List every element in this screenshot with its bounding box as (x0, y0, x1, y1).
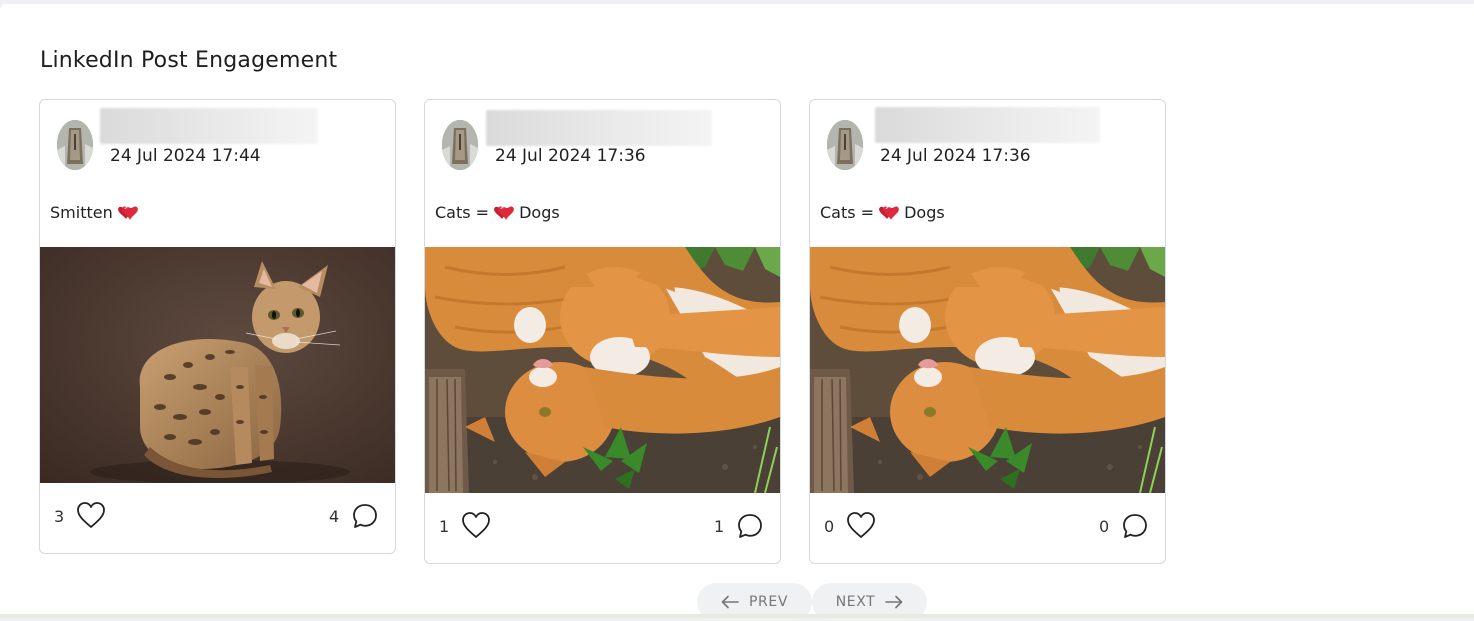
post-text-suffix: Dogs (519, 203, 560, 222)
two-hearts-emoji-icon (117, 206, 138, 220)
author-name-redacted (486, 110, 712, 146)
heart-outline-icon[interactable] (75, 500, 107, 530)
two-hearts-emoji-icon (494, 206, 514, 220)
comment-count: 1 (714, 517, 725, 536)
post-text: Cats = Dogs (820, 203, 945, 222)
post-text-suffix: Dogs (904, 203, 945, 222)
speech-bubble-icon[interactable] (350, 501, 380, 531)
speech-bubble-icon[interactable] (735, 511, 765, 541)
post-card[interactable]: 24 Jul 2024 17:36 Cats = Dogs (809, 99, 1166, 564)
heart-outline-icon[interactable] (460, 510, 492, 540)
avatar (57, 120, 93, 170)
author-name-redacted (100, 108, 318, 144)
post-card[interactable]: 24 Jul 2024 17:44 Smitten 3 4 (39, 99, 396, 554)
post-card[interactable]: 24 Jul 2024 17:36 Cats = Dogs (424, 99, 781, 564)
author-name-redacted (875, 107, 1100, 143)
post-footer: 1 1 (425, 508, 780, 548)
widget-title: LinkedIn Post Engagement (40, 48, 338, 73)
avatar (827, 120, 863, 170)
post-footer: 3 4 (40, 498, 395, 538)
post-date: 24 Jul 2024 17:36 (495, 146, 646, 166)
post-text-label: Cats = (820, 203, 875, 222)
post-image-orange-cats[interactable] (425, 247, 780, 494)
post-image-spotted-cat[interactable] (40, 247, 395, 484)
engagement-panel: LinkedIn Post Engagement 24 Jul 2024 17:… (0, 4, 1474, 621)
next-label: NEXT (835, 594, 876, 610)
post-date: 24 Jul 2024 17:36 (880, 146, 1031, 166)
comment-count: 4 (329, 507, 340, 526)
heart-outline-icon[interactable] (845, 510, 877, 540)
like-count: 0 (824, 517, 835, 536)
avatar (442, 120, 478, 170)
like-count: 3 (54, 507, 65, 526)
two-hearts-emoji-icon (879, 206, 899, 220)
post-image-orange-cats[interactable] (810, 247, 1165, 494)
prev-label: PREV (749, 594, 788, 610)
arrow-left-icon (721, 595, 739, 609)
post-footer: 0 0 (810, 508, 1165, 548)
post-text: Cats = Dogs (435, 203, 560, 222)
arrow-right-icon (885, 595, 903, 609)
post-date: 24 Jul 2024 17:44 (110, 146, 261, 166)
bottom-divider (0, 614, 1474, 618)
post-text: Smitten (50, 203, 143, 222)
post-text-label: Cats = (435, 203, 490, 222)
comment-count: 0 (1099, 517, 1110, 536)
like-count: 1 (439, 517, 450, 536)
speech-bubble-icon[interactable] (1120, 511, 1150, 541)
post-text-label: Smitten (50, 203, 113, 222)
